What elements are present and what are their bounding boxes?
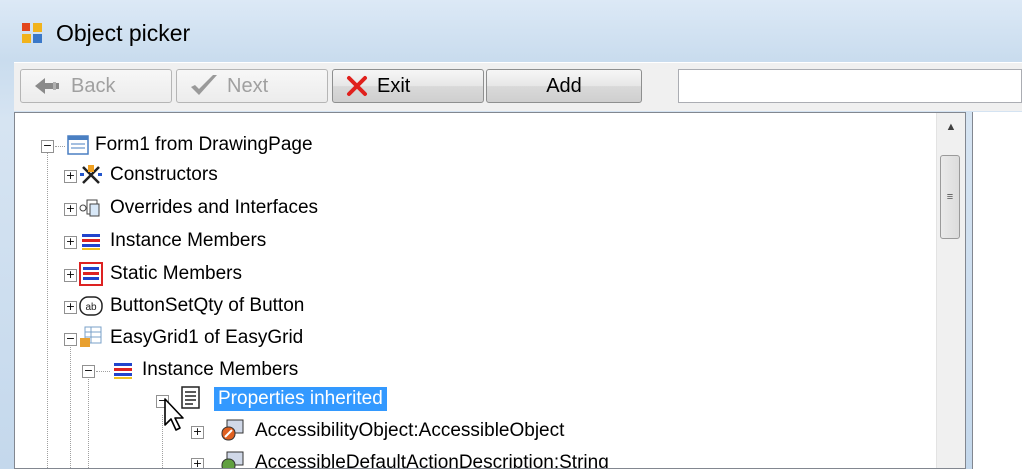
- toolbar: Back Next Exit Add: [14, 62, 1022, 111]
- tree-scrollbar[interactable]: ▲ ≡: [936, 113, 965, 468]
- details-panel: [972, 112, 1022, 469]
- interface-icon: [79, 199, 100, 217]
- tree-item-properties-inherited[interactable]: Properties inherited: [214, 387, 387, 411]
- next-label: Next: [227, 74, 269, 97]
- close-x-icon: [347, 76, 367, 96]
- grid-control-icon: [80, 326, 102, 347]
- tree-item-overrides[interactable]: Overrides and Interfaces: [110, 197, 318, 219]
- exit-button[interactable]: Exit: [332, 69, 484, 103]
- back-button[interactable]: Back: [20, 69, 172, 103]
- expand-toggle[interactable]: +: [64, 301, 77, 314]
- expand-toggle[interactable]: +: [64, 269, 77, 282]
- scroll-up-arrow-icon[interactable]: ▲: [937, 113, 965, 141]
- tree-item-easygrid1[interactable]: EasyGrid1 of EasyGrid: [110, 327, 303, 349]
- members-icon: [114, 363, 132, 379]
- tree-line: [47, 147, 48, 468]
- property-icon: [221, 419, 244, 441]
- expand-toggle[interactable]: +: [64, 236, 77, 249]
- tree-item-buttonsetqty[interactable]: ButtonSetQty of Button: [110, 295, 304, 317]
- expand-toggle[interactable]: +: [191, 458, 204, 468]
- title-bar: Object picker: [0, 0, 1022, 62]
- app-icon: [22, 23, 42, 43]
- object-tree[interactable]: − Form1 from DrawingPage + Constructors …: [14, 112, 966, 469]
- tree-item-static-members[interactable]: Static Members: [110, 263, 242, 285]
- mouse-cursor-icon: [164, 398, 184, 431]
- tree-item-constructors[interactable]: Constructors: [110, 164, 218, 186]
- svg-text:ab: ab: [85, 302, 97, 313]
- add-label: Add: [546, 74, 582, 97]
- back-label: Back: [71, 74, 116, 97]
- path-field[interactable]: [678, 69, 1022, 103]
- tree-item-accessibledefaultactiondescription[interactable]: AccessibleDefaultActionDescription:Strin…: [255, 452, 609, 468]
- expand-toggle[interactable]: +: [64, 170, 77, 183]
- constructor-icon: [80, 165, 102, 184]
- tree-line: [96, 371, 110, 372]
- expand-toggle[interactable]: +: [64, 203, 77, 216]
- collapse-toggle[interactable]: −: [64, 333, 77, 346]
- collapse-toggle[interactable]: −: [82, 365, 95, 378]
- tree-item-accessibilityobject[interactable]: AccessibilityObject:AccessibleObject: [255, 420, 564, 442]
- expand-toggle[interactable]: +: [191, 426, 204, 439]
- static-members-icon: [79, 262, 103, 286]
- button-control-icon: ab: [79, 296, 103, 316]
- tree-line: [55, 146, 65, 147]
- tree-item-form1[interactable]: Form1 from DrawingPage: [95, 134, 313, 156]
- collapse-toggle[interactable]: −: [41, 140, 54, 153]
- tree-item-nested-instance-members[interactable]: Instance Members: [142, 359, 298, 381]
- property-icon: [221, 451, 244, 468]
- add-button[interactable]: Add: [486, 69, 642, 103]
- window-title: Object picker: [56, 20, 191, 46]
- scroll-thumb[interactable]: ≡: [940, 155, 960, 239]
- checkmark-icon: [191, 75, 217, 95]
- exit-label: Exit: [377, 74, 411, 97]
- back-arrow-icon: [35, 78, 59, 94]
- form-icon: [67, 135, 89, 155]
- tree-line: [88, 371, 89, 468]
- tree-line: [70, 341, 71, 468]
- tree-item-instance-members[interactable]: Instance Members: [110, 230, 266, 252]
- next-button[interactable]: Next: [176, 69, 328, 103]
- members-icon: [82, 234, 100, 250]
- object-picker-window: Object picker Back Next Exit Add − Form1…: [0, 0, 1022, 469]
